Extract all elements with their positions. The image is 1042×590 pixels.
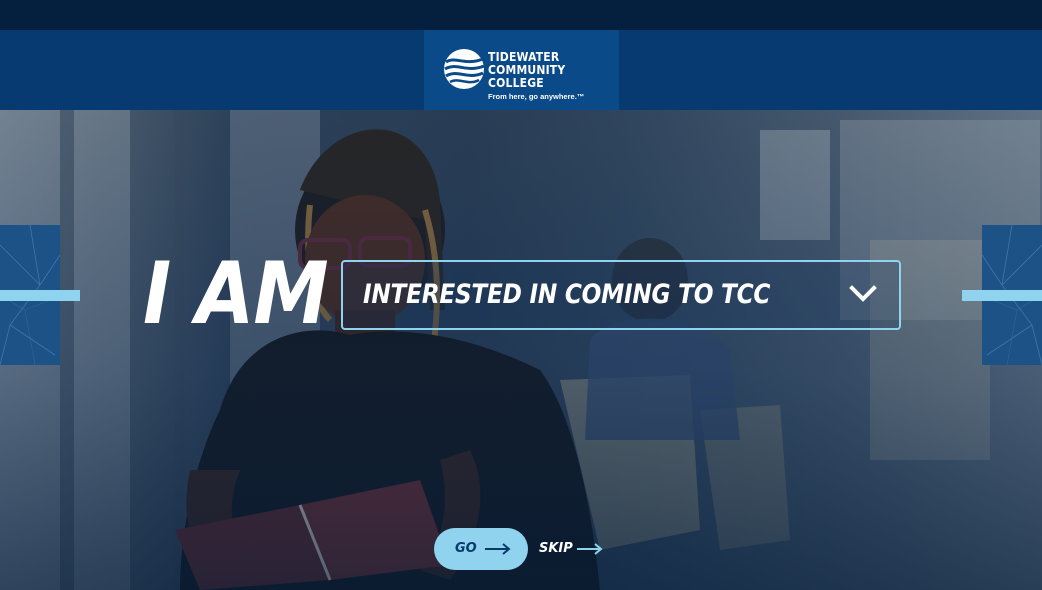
i-am-heading: I AM (143, 244, 329, 344)
audience-select[interactable]: INTERESTED IN COMING TO TCC (341, 260, 901, 330)
go-button-label: GO (455, 541, 477, 556)
arrow-right-icon (577, 543, 603, 555)
site-header: TIDEWATER COMMUNITY COLLEGE From here, g… (0, 30, 1042, 110)
left-accent-line (0, 290, 80, 301)
audience-select-value: INTERESTED IN COMING TO TCC (363, 279, 771, 310)
skip-link-label: SKIP (539, 541, 573, 556)
logo-title-line2: COMMUNITY COLLEGE (488, 63, 566, 90)
chevron-down-icon (849, 285, 877, 302)
logo-tagline: From here, go anywhere.™ (488, 92, 585, 101)
tcc-logo[interactable]: TIDEWATER COMMUNITY COLLEGE From here, g… (424, 30, 619, 110)
arrow-right-icon (485, 543, 511, 555)
right-accent-line (962, 290, 1042, 301)
top-bar (0, 0, 1042, 30)
go-button[interactable]: GO (434, 528, 528, 570)
hero-section (0, 110, 1042, 590)
tcc-wave-logo-icon (444, 49, 485, 89)
